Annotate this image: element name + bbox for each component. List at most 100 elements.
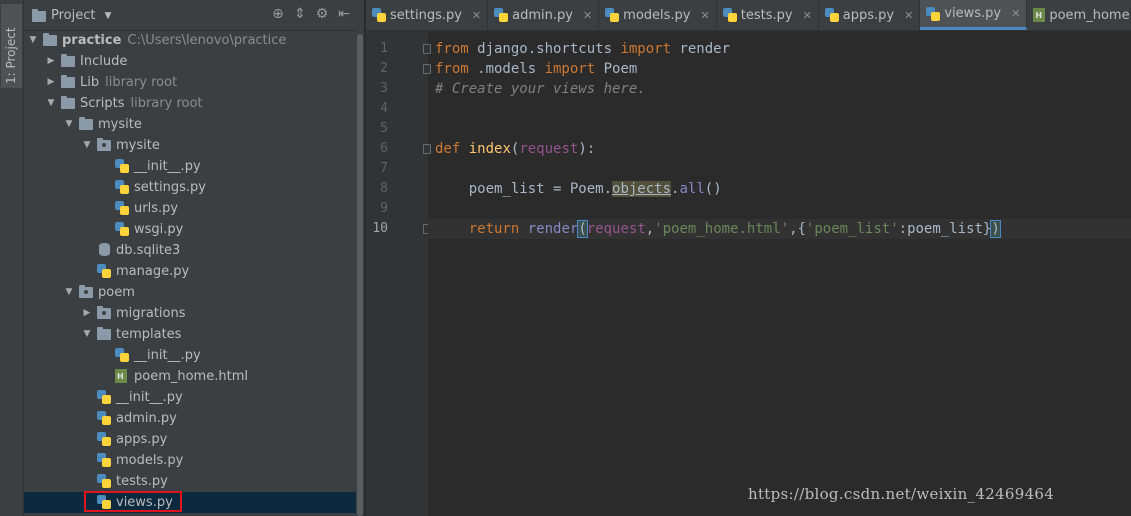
tree-row[interactable]: Hpoem_home.html	[24, 366, 356, 387]
code-line[interactable]: return render(request,'poem_home.html',{…	[428, 219, 1131, 239]
tree-row[interactable]: ▼ practice C:\Users\lenovo\practice	[24, 30, 356, 51]
chevron-right-icon[interactable]: ▶	[82, 303, 92, 324]
folder-icon	[79, 117, 94, 132]
code-line[interactable]: from .models import Poem	[428, 59, 1131, 79]
chevron-right-icon[interactable]: ▶	[46, 72, 56, 93]
close-icon[interactable]: ✕	[583, 9, 592, 22]
code-line[interactable]	[428, 119, 1131, 139]
code-token: django.shortcuts	[468, 41, 621, 57]
chevron-down-icon[interactable]: ▼	[82, 135, 92, 156]
tree-row[interactable]: __init__.py	[24, 156, 356, 177]
project-tool-window-tab[interactable]: 1: Project	[1, 4, 22, 88]
code-token: render	[527, 221, 579, 237]
scrollbar-thumb[interactable]	[357, 34, 363, 516]
tree-row[interactable]: settings.py	[24, 177, 356, 198]
chevron-down-icon[interactable]: ▼	[64, 282, 74, 303]
editor-tab[interactable]: admin.py ✕	[488, 0, 600, 30]
tree-row[interactable]: admin.py	[24, 408, 356, 429]
package-folder-icon	[79, 285, 94, 300]
editor-tab[interactable]: views.py ✕	[920, 0, 1028, 30]
tree-row[interactable]: ▼ mysite	[24, 135, 356, 156]
chevron-down-icon[interactable]: ▼	[64, 114, 74, 135]
tree-item-label: apps.py	[116, 429, 167, 450]
tab-label: models.py	[623, 7, 691, 23]
close-icon[interactable]: ✕	[701, 9, 710, 22]
tree-item-label: models.py	[116, 450, 183, 471]
python-file-icon	[115, 222, 130, 237]
tree-row[interactable]: db.sqlite3	[24, 240, 356, 261]
tree-row[interactable]: apps.py	[24, 429, 356, 450]
code-token: ()	[704, 181, 722, 197]
code-line[interactable]: def index(request):	[428, 139, 1131, 159]
tree-item-name: settings.py	[134, 180, 206, 195]
tree-row[interactable]: models.py	[24, 450, 356, 471]
close-icon[interactable]: ✕	[1011, 7, 1020, 20]
editor-tab[interactable]: settings.py ✕	[366, 0, 489, 30]
editor-tab[interactable]: models.py ✕	[599, 0, 717, 30]
tree-item-name: poem	[98, 285, 135, 300]
hide-icon[interactable]: ⇤	[336, 6, 352, 22]
tree-row[interactable]: ▼ poem	[24, 282, 356, 303]
code-line[interactable]	[428, 159, 1131, 179]
code-line[interactable]	[428, 199, 1131, 219]
project-tree: ▼ practice C:\Users\lenovo\practice ▶ Includ…	[24, 30, 356, 513]
tree-row[interactable]: views.py	[24, 491, 356, 513]
line-number: 10	[372, 221, 388, 236]
chevron-right-icon[interactable]: ▶	[46, 51, 56, 72]
close-icon[interactable]: ✕	[803, 9, 812, 22]
python-file-icon	[97, 453, 112, 468]
tree-row[interactable]: ▶ migrations	[24, 303, 356, 324]
code-line[interactable]: poem_list = Poem.objects.all()	[428, 179, 1131, 199]
tree-row[interactable]: wsgi.py	[24, 219, 356, 240]
tab-label: settings.py	[390, 7, 462, 23]
code-line[interactable]: # Create your views here.	[428, 79, 1131, 99]
code-token: ,{	[789, 221, 806, 237]
editor-tab[interactable]: Hpoem_home.html	[1027, 0, 1131, 30]
collapse-icon[interactable]: ⇕	[292, 6, 308, 22]
tree-row[interactable]: urls.py	[24, 198, 356, 219]
package-folder-icon	[97, 306, 112, 321]
code-token: import	[544, 61, 596, 77]
tree-row[interactable]: ▶ Include	[24, 51, 356, 72]
gear-icon[interactable]: ⚙	[314, 6, 330, 22]
editor-tab[interactable]: apps.py ✕	[819, 0, 921, 30]
chevron-down-icon[interactable]: ▼	[82, 324, 92, 345]
python-file-icon	[722, 8, 737, 22]
tab-label: views.py	[944, 6, 1002, 21]
tree-item-name: db.sqlite3	[116, 243, 181, 258]
line-number: 6	[380, 141, 388, 156]
chevron-down-icon: ▼	[104, 10, 112, 21]
tree-item-hint: library root	[105, 75, 178, 90]
code-token: 'poem_home.html'	[654, 221, 790, 237]
tree-item-name: models.py	[116, 453, 184, 468]
tree-row[interactable]: __init__.py	[24, 387, 356, 408]
tree-item-name: __init__.py	[134, 348, 201, 363]
chevron-down-icon[interactable]: ▼	[28, 30, 38, 51]
tree-row[interactable]: ▼ templates	[24, 324, 356, 345]
tree-row[interactable]: ▼ Scripts library root	[24, 93, 356, 114]
editor-tab[interactable]: tests.py ✕	[717, 0, 819, 30]
html-file-icon: H	[1033, 8, 1046, 22]
code-token: poem_list = Poem.	[435, 181, 613, 197]
line-number: 4	[380, 101, 388, 116]
tree-row[interactable]: __init__.py	[24, 345, 356, 366]
target-icon[interactable]: ⊕	[270, 6, 286, 22]
tree-item-name: manage.py	[116, 264, 190, 279]
project-panel-header: Project ▼ ⊕ ⇕ ⚙ ⇤	[24, 0, 356, 31]
database-file-icon	[97, 243, 112, 258]
chevron-down-icon[interactable]: ▼	[46, 93, 56, 114]
project-view-selector[interactable]: Project ▼	[32, 8, 111, 23]
code-token: return	[468, 221, 520, 237]
tree-row[interactable]: tests.py	[24, 471, 356, 492]
close-icon[interactable]: ✕	[904, 9, 913, 22]
tree-row[interactable]: ▶ Lib library root	[24, 72, 356, 93]
code-line[interactable]	[428, 99, 1131, 119]
tree-item-label: migrations	[116, 303, 186, 324]
close-icon[interactable]: ✕	[472, 9, 481, 22]
tree-row[interactable]: ▼ mysite	[24, 114, 356, 135]
tree-item-name: Lib	[80, 75, 100, 90]
project-tree-scrollbar[interactable]	[356, 0, 364, 516]
package-folder-icon	[97, 138, 112, 153]
code-line[interactable]: from django.shortcuts import render	[428, 39, 1131, 59]
tree-row[interactable]: manage.py	[24, 261, 356, 282]
